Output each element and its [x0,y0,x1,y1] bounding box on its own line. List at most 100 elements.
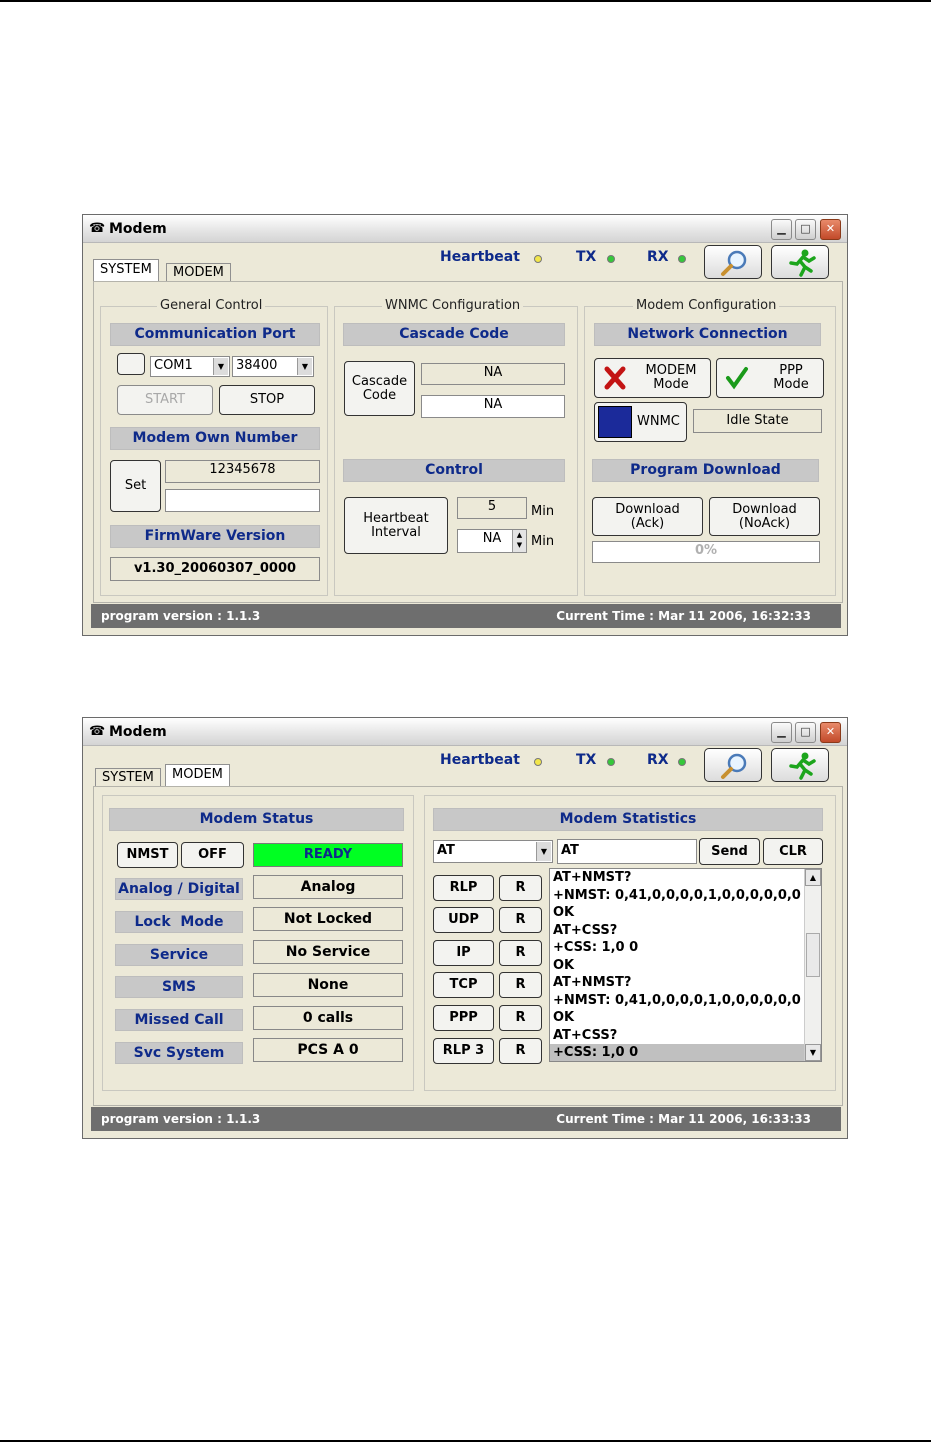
log-line[interactable]: +CSS: 1,0 0 [550,939,821,957]
reset-ppp-button[interactable]: R [499,1005,542,1031]
status-value-lock-mode: Not Locked [253,907,403,931]
download-noack-button[interactable]: Download (NoAck) [709,497,820,536]
protocol-rlp-button[interactable]: RLP [433,875,494,901]
wnmc-label: WNMC [637,414,680,429]
protocol-ip-button[interactable]: IP [433,940,494,966]
log-line[interactable]: OK [550,904,821,922]
exit-button[interactable] [771,245,829,279]
set-number-button[interactable]: Set [110,460,161,512]
status-value-service: No Service [253,940,403,964]
send-button[interactable]: Send [699,838,760,865]
port-toggle-button[interactable] [117,353,145,375]
status-label-analog-digital: Analog / Digital [115,878,243,900]
rx-label: RX [647,249,669,265]
nmst-button[interactable]: NMST [117,842,178,868]
start-button[interactable]: START [117,385,213,415]
title-bar: ☎ Modem ▁ □ ✕ [83,718,847,746]
search-button[interactable] [704,245,762,279]
current-time: Current Time : Mar 11 2006, 16:32:33 [556,609,811,623]
log-line-selected[interactable]: +CSS: 1,0 0 [550,1044,821,1061]
scroll-up-icon[interactable]: ▲ [805,869,821,886]
spin-arrows-icon[interactable]: ▲ ▼ [512,530,526,552]
baud-select[interactable]: 38400 ▼ [232,356,314,377]
log-line[interactable]: +NMST: 0,41,0,0,0,0,1,0,0,0,0,0,0 [550,887,821,905]
network-connection-header: Network Connection [594,323,821,346]
scroll-down-icon[interactable]: ▼ [805,1044,821,1061]
log-line[interactable]: AT+NMST? [550,869,821,887]
cascade-code-display: NA [421,363,565,385]
protocol-ppp-button[interactable]: PPP [433,1005,494,1031]
cascade-code-input[interactable]: NA [421,395,565,418]
heartbeat-interval-button[interactable]: Heartbeat Interval [344,497,448,554]
port-select[interactable]: COM1 ▼ [150,356,230,377]
tab-system[interactable]: SYSTEM [93,259,159,281]
top-rule [0,0,931,2]
command-input[interactable]: AT [557,839,697,864]
wnmc-configuration-title: WNMC Configuration [382,298,524,313]
minimize-button[interactable]: ▁ [771,219,792,240]
tab-modem[interactable]: MODEM [166,263,231,282]
search-button[interactable] [704,748,762,782]
log-line[interactable]: AT+NMST? [550,974,821,992]
min-label-2: Min [531,534,555,549]
close-button[interactable]: ✕ [820,219,841,240]
current-time: Current Time : Mar 11 2006, 16:33:33 [556,1112,811,1126]
port-value: COM1 [154,358,193,373]
cascade-code-header: Cascade Code [343,323,565,346]
communication-port-header: Communication Port [110,323,320,346]
modem-configuration-title: Modem Configuration [633,298,780,313]
log-line[interactable]: AT+CSS? [550,1027,821,1045]
log-scrollbar[interactable]: ▲ ▼ [804,869,821,1061]
reset-ip-button[interactable]: R [499,940,542,966]
download-progress-bar: 0% [592,541,820,563]
own-number-input[interactable] [165,489,320,512]
status-value-analog-digital: Analog [253,875,403,899]
firmware-version-value: v1.30_20060307_0000 [110,557,320,581]
idle-state-display: Idle State [693,409,822,433]
maximize-button[interactable]: □ [795,219,816,240]
tab-system[interactable]: SYSTEM [95,768,161,786]
program-download-header: Program Download [592,459,819,482]
magnifier-icon [721,753,747,779]
protocol-udp-button[interactable]: UDP [433,907,494,933]
reset-rlp3-button[interactable]: R [499,1038,542,1064]
own-number-display: 12345678 [165,460,320,483]
running-man-icon [789,249,816,277]
scroll-thumb[interactable] [806,933,820,977]
clr-button[interactable]: CLR [763,838,823,865]
app-icon: ☎ [89,221,106,236]
protocol-rlp3-button[interactable]: RLP 3 [433,1038,494,1064]
log-line[interactable]: +NMST: 0,41,0,0,0,0,1,0,0,0,0,0,0 [550,992,821,1010]
running-man-icon [789,752,816,780]
at-command-log[interactable]: AT+NMST? +NMST: 0,41,0,0,0,0,1,0,0,0,0,0… [549,868,822,1062]
stop-button[interactable]: STOP [219,385,315,415]
ppp-mode-label: PPP Mode [773,363,809,392]
tab-modem[interactable]: MODEM [165,764,230,786]
reset-tcp-button[interactable]: R [499,972,542,998]
interval-display: 5 [457,497,527,519]
protocol-tcp-button[interactable]: TCP [433,972,494,998]
ppp-mode-button[interactable]: PPP Mode [716,358,824,398]
reset-udp-button[interactable]: R [499,907,542,933]
status-label-svc-system: Svc System [115,1042,243,1064]
modem-mode-button[interactable]: MODEM Mode [594,358,711,398]
command-select[interactable]: AT ▼ [433,840,553,863]
log-line[interactable]: AT+CSS? [550,922,821,940]
log-line[interactable]: OK [550,957,821,975]
rx-label: RX [647,752,669,768]
off-button[interactable]: OFF [181,842,244,868]
tx-led-icon [607,255,615,263]
cascade-code-button[interactable]: Cascade Code [344,361,415,416]
close-button[interactable]: ✕ [820,722,841,743]
reset-rlp-button[interactable]: R [499,875,542,901]
progress-text: 0% [694,543,718,558]
log-line[interactable]: OK [550,1009,821,1027]
maximize-button[interactable]: □ [795,722,816,743]
minimize-button[interactable]: ▁ [771,722,792,743]
magnifier-icon [721,250,747,276]
wnmc-button[interactable]: WNMC [594,402,687,442]
chevron-down-icon: ▼ [536,842,551,861]
download-ack-button[interactable]: Download (Ack) [592,497,703,536]
exit-button[interactable] [771,748,829,782]
interval-spinner[interactable]: NA ▲ ▼ [457,529,527,553]
